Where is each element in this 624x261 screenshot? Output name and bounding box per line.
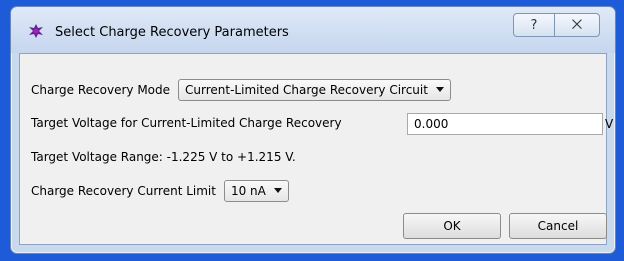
chevron-down-icon [435,87,444,92]
mode-label: Charge Recovery Mode [31,83,171,97]
mode-row: Charge Recovery Mode Current-Limited Cha… [31,79,451,101]
dialog-content: Charge Recovery Mode Current-Limited Cha… [19,53,613,245]
close-button[interactable]: ⨉ [554,13,600,37]
app-icon [29,24,43,38]
ok-button[interactable]: OK [403,213,501,239]
target-voltage-input[interactable] [407,113,603,135]
current-row: Charge Recovery Current Limit 10 nA [31,180,289,202]
voltage-row: Target Voltage for Current-Limited Charg… [31,116,342,130]
help-icon: ? [530,17,538,33]
close-icon: ⨉ [571,17,583,33]
ok-button-label: OK [443,219,461,233]
voltage-label: Target Voltage for Current-Limited Charg… [31,116,342,130]
title-bar[interactable]: Select Charge Recovery Parameters ? ⨉ [11,7,615,53]
help-button[interactable]: ? [513,13,555,37]
chevron-down-icon [273,188,282,193]
current-limit-label: Charge Recovery Current Limit [31,184,216,198]
range-row: Target Voltage Range: -1.225 V to +1.215… [31,150,296,164]
voltage-unit: V [605,117,614,131]
mode-dropdown[interactable]: Current-Limited Charge Recovery Circuit [178,79,451,101]
cancel-button[interactable]: Cancel [509,213,607,239]
cancel-button-label: Cancel [537,219,579,233]
dialog-window: Select Charge Recovery Parameters ? ⨉ Ch… [10,6,616,254]
window-title: Select Charge Recovery Parameters [55,25,289,40]
voltage-range-text: Target Voltage Range: -1.225 V to +1.215… [31,150,296,164]
current-limit-dropdown[interactable]: 10 nA [223,180,289,202]
current-limit-value: 10 nA [230,184,266,198]
mode-dropdown-value: Current-Limited Charge Recovery Circuit [185,83,428,97]
